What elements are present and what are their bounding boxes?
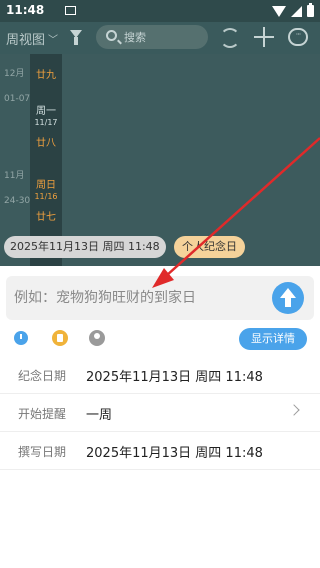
- event-type-chip[interactable]: 个人纪念日: [174, 236, 245, 258]
- field-label: 纪念日期: [18, 369, 67, 383]
- battery-icon: [307, 3, 314, 17]
- time-label: 01-07: [4, 94, 31, 104]
- wifi-icon: [272, 5, 286, 17]
- submit-button[interactable]: [272, 282, 304, 314]
- clock-icon[interactable]: [14, 331, 28, 345]
- lunar-date: 廿七: [36, 212, 56, 223]
- signal-icon: [291, 5, 302, 17]
- date-label: 11/17: [34, 118, 58, 127]
- title-input-row: [6, 276, 314, 320]
- written-date-row[interactable]: 撰写日期 2025年11月13日 周四 11:48: [0, 432, 320, 470]
- time-label: 11月: [4, 171, 25, 181]
- note-icon[interactable]: [52, 330, 68, 346]
- new-anniversary-sheet: 显示详情 纪念日期 2025年11月13日 周四 11:48 开始提醒 一周 撰…: [0, 266, 320, 568]
- chevron-down-icon: ﹀: [48, 35, 59, 46]
- lunar-date: 廿九: [36, 70, 56, 81]
- chat-icon[interactable]: ···: [288, 28, 308, 46]
- search-icon: [106, 30, 117, 41]
- title-input[interactable]: [14, 284, 264, 312]
- field-value: 2025年11月13日 周四 11:48: [86, 446, 263, 461]
- top-toolbar: 周视图 ﹀ 搜索 ···: [0, 22, 320, 54]
- search-input[interactable]: 搜索: [96, 25, 208, 49]
- refresh-icon[interactable]: [220, 28, 240, 48]
- field-value: 一周: [86, 408, 113, 423]
- status-icons: [272, 3, 314, 18]
- weekday-label: 周一: [36, 106, 56, 117]
- day-column[interactable]: 廿九 周一 11/17 廿八 周日 11/16 廿七: [30, 54, 62, 266]
- status-bar: 11:48: [0, 0, 320, 22]
- person-icon[interactable]: [89, 330, 105, 346]
- field-label: 开始提醒: [18, 407, 67, 421]
- option-icons-row: 显示详情: [0, 326, 320, 352]
- status-time: 11:48: [6, 3, 45, 17]
- filter-icon[interactable]: [70, 30, 82, 45]
- view-selector-label: 周视图: [6, 33, 46, 48]
- weekday-label: 周日: [36, 180, 56, 191]
- chevron-right-icon: [288, 404, 300, 416]
- lunar-date: 廿八: [36, 138, 56, 149]
- reminder-start-row[interactable]: 开始提醒 一周: [0, 394, 320, 432]
- notification-icon: [65, 6, 76, 15]
- add-icon[interactable]: [254, 27, 274, 47]
- time-label: 12月: [4, 69, 25, 79]
- field-value: 2025年11月13日 周四 11:48: [86, 370, 263, 385]
- selected-datetime-chip[interactable]: 2025年11月13日 周四 11:48: [4, 236, 166, 258]
- date-label: 11/16: [34, 192, 58, 201]
- field-label: 撰写日期: [18, 445, 67, 459]
- week-calendar: 12月 01-07 11月 24-30 廿九 周一 11/17 廿八 周日 11…: [0, 54, 320, 266]
- search-placeholder: 搜索: [124, 31, 146, 44]
- view-selector[interactable]: 周视图 ﹀: [6, 29, 58, 48]
- time-label: 24-30: [4, 196, 31, 206]
- anniversary-date-row[interactable]: 纪念日期 2025年11月13日 周四 11:48: [0, 356, 320, 394]
- show-details-button[interactable]: 显示详情: [239, 328, 307, 350]
